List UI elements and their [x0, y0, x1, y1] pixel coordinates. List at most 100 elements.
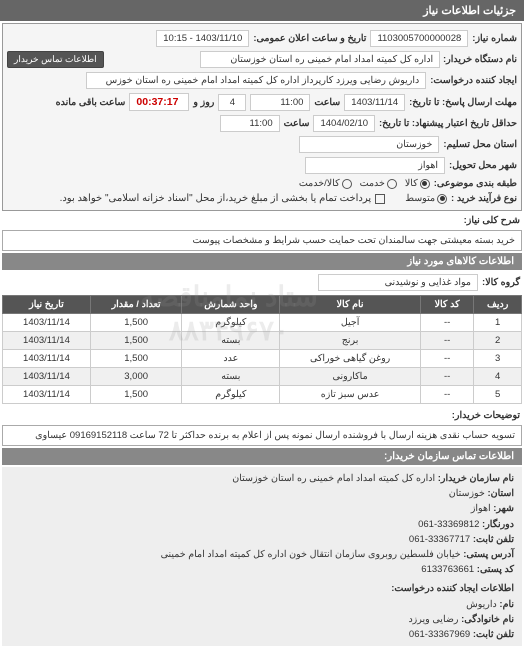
need-description: خرید بسته معیشتی جهت سالمندان تحت حمایت …: [2, 230, 522, 251]
days-label: روز و: [193, 97, 214, 108]
requester-name: داریوش رضایی ویرزد کارپرداز اداره کل کمی…: [86, 72, 426, 89]
table-cell: --: [420, 368, 473, 386]
creator-phone-label: تلفن ثابت:: [473, 629, 514, 640]
remaining-label: ساعت باقی مانده: [56, 97, 126, 108]
contact-province: خوزستان: [449, 488, 485, 499]
announce-datetime: 1403/11/10 - 10:15: [156, 30, 249, 47]
reply-deadline-time: 11:00: [250, 94, 310, 111]
table-cell: آجیل: [280, 314, 421, 332]
table-cell: 1,500: [90, 332, 181, 350]
table-header: نام کالا: [280, 296, 421, 314]
goods-table: ردیفکد کالانام کالاواحد شمارشتعداد / مقد…: [2, 295, 522, 404]
radio-goods[interactable]: کالا: [405, 178, 430, 189]
goods-group: مواد غذایی و نوشیدنی: [318, 274, 478, 291]
creator-phone: 33367969-061: [409, 629, 470, 640]
reply-time-label: ساعت: [314, 97, 340, 108]
table-cell: کیلوگرم: [182, 314, 280, 332]
table-row: 4--ماکارونیبسته3,0001403/11/14: [3, 368, 522, 386]
table-cell: بسته: [182, 332, 280, 350]
table-cell: 1,500: [90, 386, 181, 404]
table-cell: --: [420, 350, 473, 368]
creator-lastname-label: نام خانوادگی:: [461, 614, 514, 625]
table-cell: --: [420, 314, 473, 332]
creator-section-title: اطلاعات ایجاد کننده درخواست:: [10, 581, 514, 596]
table-cell: عدد: [182, 350, 280, 368]
province-value: خوزستان: [299, 136, 439, 153]
buyer-note: تسویه حساب نقدی هزینه ارسال با فروشنده ا…: [2, 425, 522, 446]
table-header: واحد شمارش: [182, 296, 280, 314]
table-cell: 3: [474, 350, 522, 368]
table-cell: 2: [474, 332, 522, 350]
category-label: طبقه بندی موضوعی:: [434, 178, 517, 189]
buyer-note-label: توضیحات خریدار:: [452, 410, 520, 421]
table-header: ردیف: [474, 296, 522, 314]
process-type-label: نوع فرآیند خرید :: [451, 193, 517, 204]
creator-name: داریوش: [466, 599, 497, 610]
treasury-label: پرداخت تمام یا بخشی از مبلغ خرید،از محل …: [60, 193, 372, 204]
validity-label: حداقل تاریخ اعتبار پیشنهاد: تا تاریخ:: [379, 118, 517, 129]
goods-section-title: اطلاعات کالاهای مورد نیاز: [2, 253, 522, 270]
radio-dot-icon: [437, 194, 447, 204]
table-cell: 1403/11/14: [3, 314, 91, 332]
contact-postal-label: کد پستی:: [477, 564, 514, 575]
table-row: 2--برنجبسته1,5001403/11/14: [3, 332, 522, 350]
treasury-checkbox[interactable]: [375, 194, 385, 204]
table-row: 1--آجیلکیلوگرم1,5001403/11/14: [3, 314, 522, 332]
contact-org: اداره کل کمیته امداد امام خمینی ره استان…: [232, 473, 435, 484]
buyer-name: اداره کل کمیته امداد امام خمینی ره استان…: [200, 51, 440, 68]
city-label: شهر محل تحویل:: [449, 160, 517, 171]
table-cell: 1: [474, 314, 522, 332]
city-value: اهواز: [305, 157, 445, 174]
table-row: 3--روغن گیاهی خوراکیعدد1,5001403/11/14: [3, 350, 522, 368]
radio-service[interactable]: خدمت: [360, 178, 397, 189]
contact-phone-label: تلفن ثابت:: [473, 534, 514, 545]
table-cell: روغن گیاهی خوراکی: [280, 350, 421, 368]
contact-addr-label: آدرس پستی:: [463, 549, 514, 560]
page-title: جزئیات اطلاعات نیاز: [0, 0, 524, 21]
contact-fax: 33369812-061: [418, 519, 479, 530]
need-number-label: شماره نیاز:: [472, 33, 517, 44]
table-header: تاریخ نیاز: [3, 296, 91, 314]
contact-city: اهواز: [471, 503, 491, 514]
table-cell: 3,000: [90, 368, 181, 386]
radio-both[interactable]: کالا/خدمت: [299, 178, 352, 189]
contact-section-title: اطلاعات تماس سازمان خریدار:: [2, 448, 522, 465]
contact-phone: 33367717-061: [409, 534, 470, 545]
announce-datetime-label: تاریخ و ساعت اعلان عمومی:: [253, 33, 366, 44]
buyer-contact-button[interactable]: اطلاعات تماس خریدار: [7, 51, 104, 68]
validity-time: 11:00: [220, 115, 280, 132]
radio-dot-icon: [420, 179, 430, 189]
need-desc-label: شرح کلی نیاز:: [464, 215, 520, 226]
table-cell: عدس سبز تازه: [280, 386, 421, 404]
table-cell: 1403/11/14: [3, 386, 91, 404]
table-cell: 5: [474, 386, 522, 404]
table-cell: --: [420, 386, 473, 404]
province-label: استان محل تسلیم:: [443, 139, 517, 150]
radio-process-medium[interactable]: متوسط: [405, 193, 447, 204]
table-header: تعداد / مقدار: [90, 296, 181, 314]
table-header: کد کالا: [420, 296, 473, 314]
buyer-label: نام دستگاه خریدار:: [443, 54, 517, 65]
validity-date: 1404/02/10: [313, 115, 375, 132]
reply-deadline-label: مهلت ارسال پاسخ: تا تاریخ:: [409, 97, 517, 108]
contact-province-label: استان:: [487, 488, 514, 499]
need-summary-section: شماره نیاز: 1103005700000028 تاریخ و ساع…: [2, 23, 522, 211]
need-number: 1103005700000028: [370, 30, 468, 47]
table-cell: 1,500: [90, 314, 181, 332]
creator-lastname: رضایی ویرزد: [408, 614, 458, 625]
validity-time-label: ساعت: [284, 118, 310, 129]
table-cell: ماکارونی: [280, 368, 421, 386]
days-remaining: 4: [218, 94, 246, 111]
buyer-contact-block: نام سازمان خریدار: اداره کل کمیته امداد …: [2, 467, 522, 646]
reply-deadline-date: 1403/11/14: [344, 94, 405, 111]
time-remaining: 00:37:17: [129, 93, 189, 111]
table-cell: 1403/11/14: [3, 332, 91, 350]
table-cell: بسته: [182, 368, 280, 386]
table-cell: 1,500: [90, 350, 181, 368]
table-cell: --: [420, 332, 473, 350]
contact-org-label: نام سازمان خریدار:: [438, 473, 514, 484]
table-cell: برنج: [280, 332, 421, 350]
table-row: 5--عدس سبز تازهکیلوگرم1,5001403/11/14: [3, 386, 522, 404]
radio-dot-icon: [387, 179, 397, 189]
contact-postal: 6133763661: [421, 564, 474, 575]
